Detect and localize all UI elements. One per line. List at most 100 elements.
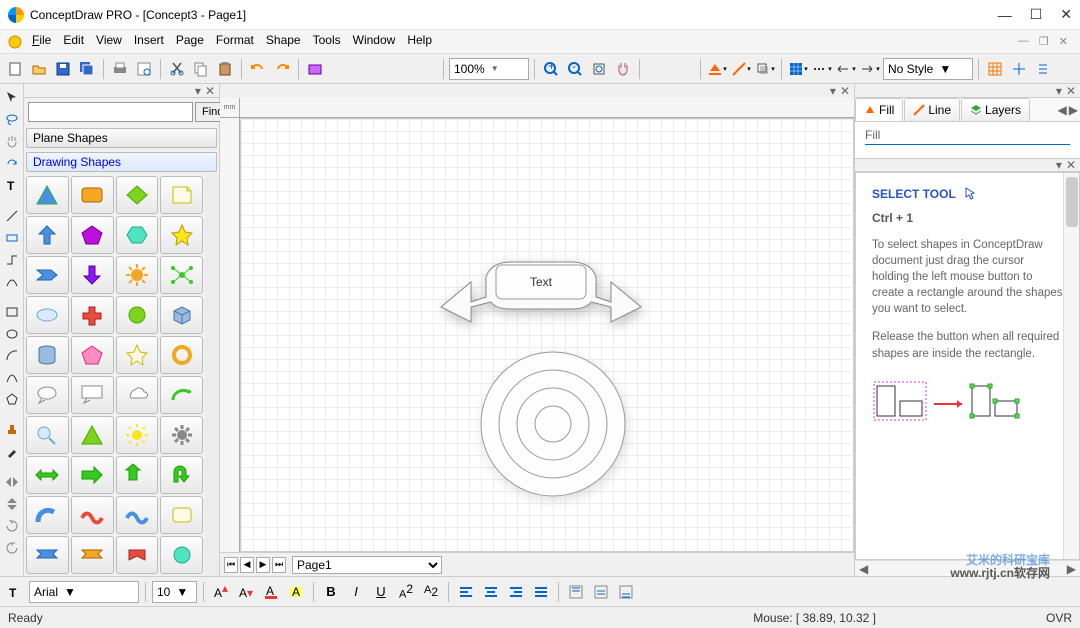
library-icon[interactable] xyxy=(304,58,326,80)
shape-sun[interactable] xyxy=(116,416,159,454)
shape-callout-round[interactable] xyxy=(26,376,69,414)
menu-insert[interactable]: Insert xyxy=(128,31,170,53)
zoom-in-icon[interactable]: + xyxy=(540,58,562,80)
spline-tool-icon[interactable] xyxy=(2,368,22,388)
shape-callout-rect[interactable] xyxy=(71,376,114,414)
shape-wave-blue[interactable] xyxy=(116,496,159,534)
guides-toggle-icon[interactable] xyxy=(1008,58,1030,80)
tab-line[interactable]: Line xyxy=(904,98,960,121)
align-justify-icon[interactable] xyxy=(530,581,552,603)
shape-cube[interactable] xyxy=(160,296,203,334)
lasso-tool-icon[interactable] xyxy=(2,110,22,130)
category-plane-shapes[interactable]: Plane Shapes xyxy=(26,128,217,148)
redo-icon[interactable] xyxy=(271,58,293,80)
drawing-canvas[interactable]: Text xyxy=(240,118,854,552)
stamp-tool-icon[interactable] xyxy=(2,420,22,440)
print-icon[interactable] xyxy=(109,58,131,80)
tab-fill[interactable]: Fill xyxy=(855,98,903,121)
shape-note[interactable] xyxy=(160,176,203,214)
dash-dropdown-icon[interactable]: ▾ xyxy=(811,58,833,80)
subscript-icon[interactable]: A2 xyxy=(420,581,442,603)
menu-window[interactable]: Window xyxy=(347,31,402,53)
grid-toggle-icon[interactable] xyxy=(984,58,1006,80)
print-preview-icon[interactable] xyxy=(133,58,155,80)
text-tool-icon[interactable]: T xyxy=(4,581,26,603)
canvas-pin-icon[interactable]: ▾ xyxy=(830,84,836,98)
app-menu-icon[interactable] xyxy=(4,31,26,53)
zoom-select[interactable]: 100%▼ xyxy=(449,58,529,80)
superscript-icon[interactable]: A2 xyxy=(395,581,417,603)
mdi-minimize-button[interactable]: — xyxy=(1018,35,1029,48)
shapes-scrollbar[interactable] xyxy=(205,174,219,576)
menu-file[interactable]: FFileile xyxy=(26,31,57,53)
panel-pin-icon[interactable]: ▾ xyxy=(195,84,201,98)
shape-rhombus[interactable] xyxy=(116,176,159,214)
maximize-button[interactable]: ☐ xyxy=(1030,6,1043,23)
align-right-icon[interactable] xyxy=(505,581,527,603)
shape-cross[interactable] xyxy=(71,296,114,334)
menu-edit[interactable]: Edit xyxy=(57,31,90,53)
pan-icon[interactable] xyxy=(612,58,634,80)
section-tool-icon[interactable] xyxy=(2,228,22,248)
shape-wave-red[interactable] xyxy=(71,496,114,534)
new-file-icon[interactable] xyxy=(4,58,26,80)
shape-scroll[interactable] xyxy=(160,496,203,534)
line-dropdown-icon[interactable]: ▾ xyxy=(730,58,752,80)
menu-tools[interactable]: Tools xyxy=(307,31,347,53)
snap-toggle-icon[interactable] xyxy=(1032,58,1054,80)
tab-scroll-right-icon[interactable]: ▶ xyxy=(1069,103,1078,117)
shape-banner3[interactable] xyxy=(116,536,159,574)
canvas-close-icon[interactable]: ✕ xyxy=(840,84,850,98)
page-last-button[interactable]: ⏭ xyxy=(272,557,286,573)
line-tool-icon[interactable] xyxy=(2,206,22,226)
shape-network[interactable] xyxy=(160,256,203,294)
shape-arrow-curve[interactable] xyxy=(160,376,203,414)
ellipse-tool-icon[interactable] xyxy=(2,324,22,344)
arc-tool-icon[interactable] xyxy=(2,346,22,366)
banner-shape[interactable]: Text xyxy=(431,247,651,330)
shape-rounded-rect[interactable] xyxy=(71,176,114,214)
page-next-button[interactable]: ▶ xyxy=(256,557,270,573)
shape-banner2[interactable] xyxy=(71,536,114,574)
panel-close-icon[interactable]: ✕ xyxy=(205,84,215,98)
minimize-button[interactable]: — xyxy=(998,7,1012,23)
help-scrollbar-v[interactable] xyxy=(1063,173,1079,559)
font-family-select[interactable]: Arial▼ xyxy=(29,581,139,603)
shape-arrow-u[interactable] xyxy=(116,456,159,494)
zoom-fit-icon[interactable] xyxy=(588,58,610,80)
valign-top-icon[interactable] xyxy=(565,581,587,603)
rpanel-pin-icon[interactable]: ▾ xyxy=(1056,84,1062,98)
shape-ring[interactable] xyxy=(160,336,203,374)
shape-callout-cloud[interactable] xyxy=(116,376,159,414)
category-drawing-shapes[interactable]: Drawing Shapes xyxy=(26,152,217,172)
shadow-dropdown-icon[interactable]: ▾ xyxy=(754,58,776,80)
align-left-icon[interactable] xyxy=(455,581,477,603)
zoom-out-icon[interactable]: - xyxy=(564,58,586,80)
font-size-select[interactable]: 10▼ xyxy=(152,581,197,603)
connector-tool-icon[interactable] xyxy=(2,250,22,270)
shape-arrow-down[interactable] xyxy=(71,256,114,294)
menu-shape[interactable]: Shape xyxy=(260,31,307,53)
polygon-tool-icon[interactable] xyxy=(2,390,22,410)
shape-circle-green[interactable] xyxy=(116,296,159,334)
shape-chevron[interactable] xyxy=(26,256,69,294)
page-select[interactable]: Page1 xyxy=(292,556,442,574)
arrow-begin-dropdown-icon[interactable]: ▾ xyxy=(835,58,857,80)
valign-bottom-icon[interactable] xyxy=(615,581,637,603)
undo-icon[interactable] xyxy=(247,58,269,80)
decrease-font-icon[interactable]: A▾ xyxy=(235,581,257,603)
eyedropper-tool-icon[interactable] xyxy=(2,442,22,462)
shape-pentagon2[interactable] xyxy=(71,336,114,374)
select-tool-icon[interactable] xyxy=(2,88,22,108)
concentric-circles-shape[interactable] xyxy=(473,344,633,507)
flip-h-icon[interactable] xyxy=(2,472,22,492)
shape-star[interactable] xyxy=(160,216,203,254)
paste-icon[interactable] xyxy=(214,58,236,80)
line-style-select[interactable]: No Style▼ xyxy=(883,58,973,80)
mdi-close-button[interactable]: ✕ xyxy=(1059,35,1068,48)
hatch-dropdown-icon[interactable]: ▾ xyxy=(787,58,809,80)
shape-circle-teal[interactable] xyxy=(160,536,203,574)
help-scrollbar-h[interactable]: ◀▶ xyxy=(855,560,1080,576)
flip-v-icon[interactable] xyxy=(2,494,22,514)
align-center-icon[interactable] xyxy=(480,581,502,603)
